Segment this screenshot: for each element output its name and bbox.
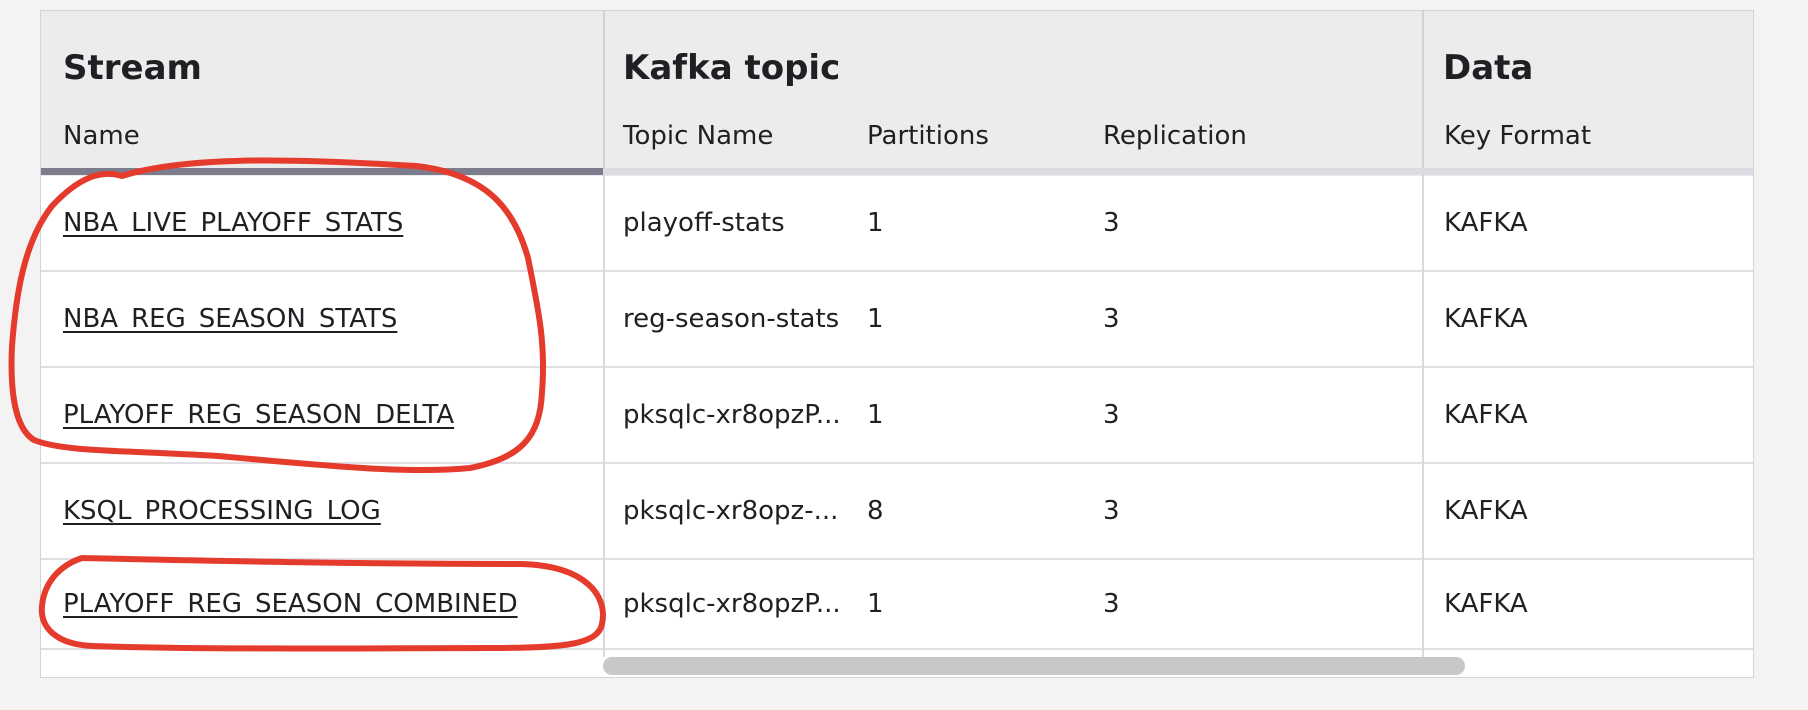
- stream-name-link[interactable]: NBA_LIVE_PLAYOFF_STATS: [63, 208, 403, 238]
- column-header-name[interactable]: Name: [63, 123, 140, 149]
- column-header-key-format[interactable]: Key Format: [1444, 123, 1591, 149]
- stream-name-link[interactable]: PLAYOFF_REG_SEASON_COMBINED: [63, 589, 518, 619]
- streams-table: Stream Kafka topic Data Name Topic Name …: [40, 10, 1754, 678]
- stream-name-link[interactable]: NBA_REG_SEASON_STATS: [63, 304, 397, 334]
- stream-name-cell[interactable]: KSQL_PROCESSING_LOG: [63, 464, 593, 558]
- key-format-cell: KAFKA: [1444, 496, 1528, 526]
- partitions-cell: 1: [867, 304, 884, 334]
- key-format-cell: KAFKA: [1444, 208, 1528, 238]
- replication-cell: 3: [1103, 400, 1120, 430]
- group-title-kafka-topic: Kafka topic: [623, 48, 841, 88]
- group-title-data: Data: [1443, 48, 1534, 88]
- key-format-cell: KAFKA: [1444, 304, 1528, 334]
- horizontal-scrollbar[interactable]: [603, 657, 1751, 675]
- column-divider-kafka: [1422, 176, 1424, 660]
- partitions-cell: 1: [867, 400, 884, 430]
- scrollbar-thumb[interactable]: [603, 657, 1465, 675]
- key-format-cell: KAFKA: [1444, 589, 1528, 619]
- stream-name-cell[interactable]: NBA_REG_SEASON_STATS: [63, 272, 593, 366]
- replication-cell: 3: [1103, 496, 1120, 526]
- stream-name-cell[interactable]: NBA_LIVE_PLAYOFF_STATS: [63, 176, 593, 270]
- table-header: Stream Kafka topic Data Name Topic Name …: [41, 11, 1753, 176]
- table-row[interactable]: NBA_REG_SEASON_STATS reg-season-stats 1 …: [41, 272, 1753, 368]
- key-format-cell: KAFKA: [1444, 400, 1528, 430]
- group-title-stream: Stream: [63, 48, 202, 88]
- topic-name-cell: pksqlc-xr8opz-...: [623, 496, 839, 526]
- header-underline: [603, 168, 1753, 175]
- table-row[interactable]: KSQL_PROCESSING_LOG pksqlc-xr8opz-... 8 …: [41, 464, 1753, 560]
- replication-cell: 3: [1103, 304, 1120, 334]
- table-row[interactable]: PLAYOFF_REG_SEASON_DELTA pksqlc-xr8opzP.…: [41, 368, 1753, 464]
- partitions-cell: 8: [867, 496, 884, 526]
- column-divider-stream: [603, 176, 605, 660]
- replication-cell: 3: [1103, 589, 1120, 619]
- partitions-cell: 1: [867, 589, 884, 619]
- partitions-cell: 1: [867, 208, 884, 238]
- topic-name-cell: pksqlc-xr8opzP...: [623, 400, 841, 430]
- table-row[interactable]: NBA_LIVE_PLAYOFF_STATS playoff-stats 1 3…: [41, 176, 1753, 272]
- column-header-replication[interactable]: Replication: [1103, 123, 1247, 149]
- stream-name-link[interactable]: KSQL_PROCESSING_LOG: [63, 496, 381, 526]
- column-header-partitions[interactable]: Partitions: [867, 123, 989, 149]
- topic-name-cell: pksqlc-xr8opzP...: [623, 589, 841, 619]
- topic-name-cell: reg-season-stats: [623, 304, 840, 334]
- stream-name-cell[interactable]: PLAYOFF_REG_SEASON_COMBINED: [63, 560, 593, 648]
- header-divider-kafka: [1422, 11, 1424, 176]
- header-divider-stream: [603, 11, 605, 176]
- stream-name-link[interactable]: PLAYOFF_REG_SEASON_DELTA: [63, 400, 454, 430]
- stream-name-cell[interactable]: PLAYOFF_REG_SEASON_DELTA: [63, 368, 593, 462]
- table-row[interactable]: PLAYOFF_REG_SEASON_COMBINED pksqlc-xr8op…: [41, 560, 1753, 650]
- topic-name-cell: playoff-stats: [623, 208, 785, 238]
- column-header-topic-name[interactable]: Topic Name: [623, 123, 773, 149]
- replication-cell: 3: [1103, 208, 1120, 238]
- sort-indicator-name: [41, 168, 603, 175]
